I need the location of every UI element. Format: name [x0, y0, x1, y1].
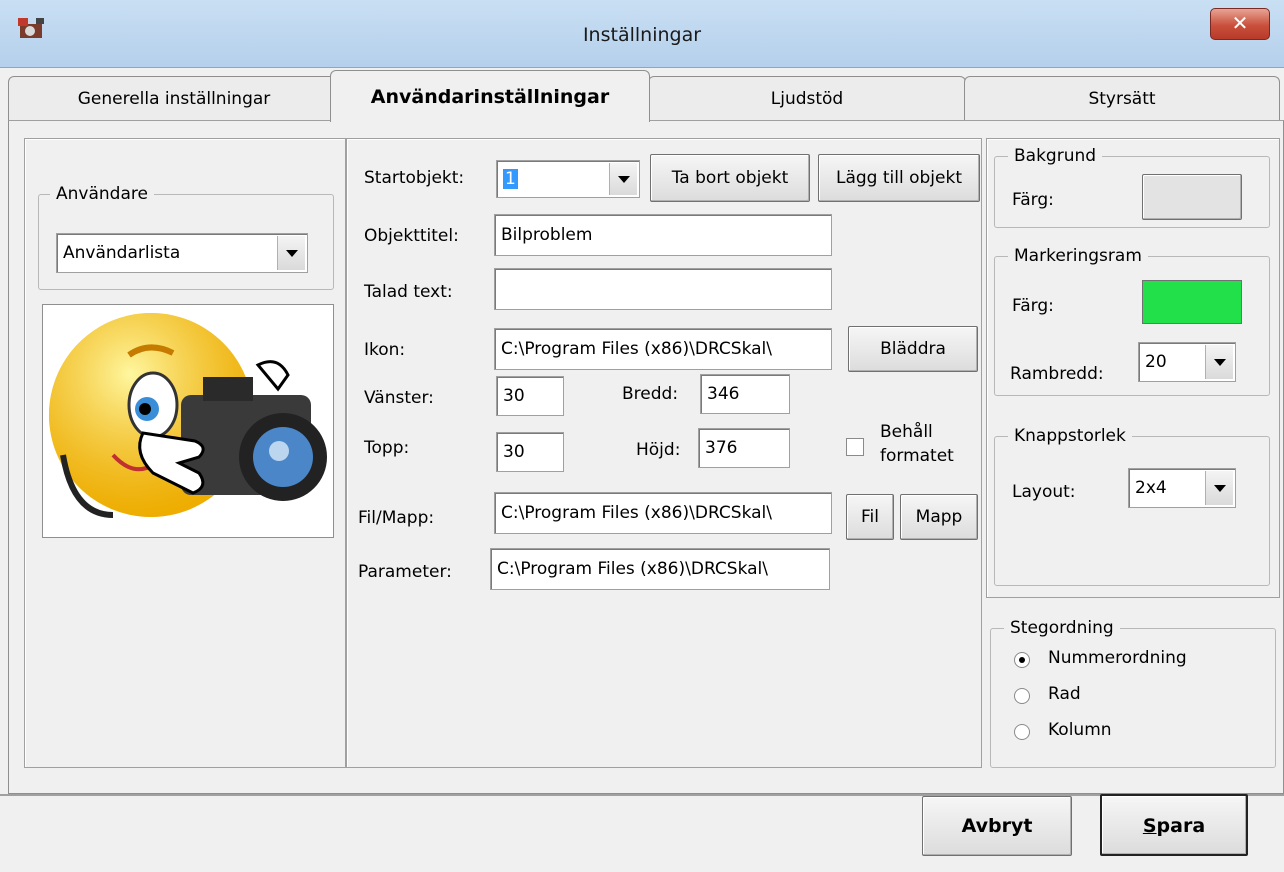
- keep-format-label-1: Behåll: [880, 422, 933, 442]
- close-icon: ✕: [1231, 11, 1249, 35]
- keep-format-label-2: formatet: [880, 446, 954, 466]
- keep-format-checkbox[interactable]: [846, 438, 864, 456]
- radio-nummerordning[interactable]: [1014, 652, 1030, 668]
- filmapp-label: Fil/Mapp:: [358, 508, 435, 528]
- frame-width-label: Rambredd:: [1010, 364, 1104, 384]
- parameter-label: Parameter:: [358, 562, 452, 582]
- user-list-dropdown[interactable]: Användarlista: [56, 233, 308, 273]
- folder-button[interactable]: Mapp: [900, 494, 978, 540]
- layout-value: 2x4: [1135, 478, 1167, 498]
- parameter-input[interactable]: C:\Program Files (x86)\DRCSkal\: [490, 548, 830, 590]
- bredd-label: Bredd:: [622, 384, 679, 404]
- vanster-input[interactable]: 30: [496, 376, 564, 416]
- save-button-mnemonic: S: [1142, 815, 1157, 837]
- frame-width-value: 20: [1145, 352, 1167, 372]
- layout-dropdown[interactable]: 2x4: [1128, 468, 1236, 508]
- hojd-input[interactable]: 376: [698, 428, 790, 468]
- ikon-label: Ikon:: [364, 340, 406, 360]
- option-nummerordning-label: Nummerordning: [1048, 648, 1187, 668]
- tab-ljudstod[interactable]: Ljudstöd: [648, 76, 966, 120]
- user-list-value: Användarlista: [63, 243, 181, 263]
- background-color-button[interactable]: [1142, 174, 1242, 220]
- browse-button[interactable]: Bläddra: [848, 326, 978, 372]
- option-rad-label: Rad: [1048, 684, 1081, 704]
- objekttitel-label: Objekttitel:: [364, 226, 459, 246]
- vanster-label: Vänster:: [364, 388, 434, 408]
- users-group-label: Användare: [50, 184, 154, 204]
- topp-label: Topp:: [364, 438, 410, 458]
- radio-rad[interactable]: [1014, 688, 1030, 704]
- save-button-label: para: [1156, 815, 1206, 837]
- objekttitel-input[interactable]: Bilproblem: [494, 214, 832, 256]
- startobjekt-value: 1: [503, 169, 518, 189]
- icon-preview: [42, 304, 334, 538]
- frame-width-dropdown[interactable]: 20: [1138, 342, 1236, 382]
- step-order-group-label: Stegordning: [1004, 618, 1120, 638]
- tab-generella[interactable]: Generella inställningar: [8, 76, 340, 120]
- window-title: Inställningar: [582, 24, 702, 46]
- footer-bar: [0, 794, 1284, 872]
- chevron-down-icon: [609, 163, 637, 195]
- startobjekt-label: Startobjekt:: [364, 168, 465, 188]
- talad-text-input[interactable]: [494, 268, 832, 310]
- bredd-input[interactable]: 346: [700, 374, 790, 414]
- smiley-camera-icon: [49, 313, 327, 518]
- background-color-label: Färg:: [1012, 190, 1054, 210]
- ikon-input[interactable]: C:\Program Files (x86)\DRCSkal\: [494, 328, 832, 370]
- close-button[interactable]: ✕: [1210, 8, 1270, 40]
- filmapp-input[interactable]: C:\Program Files (x86)\DRCSkal\: [494, 492, 832, 534]
- chevron-down-icon: [1205, 345, 1233, 379]
- radio-kolumn[interactable]: [1014, 724, 1030, 740]
- selection-frame-group-label: Markeringsram: [1008, 246, 1148, 266]
- chevron-down-icon: [1205, 471, 1233, 505]
- tab-anvandarinstallningar[interactable]: Användarinställningar: [330, 70, 650, 122]
- remove-object-button[interactable]: Ta bort objekt: [650, 154, 810, 202]
- selection-frame-color-button[interactable]: [1142, 280, 1242, 324]
- background-group-label: Bakgrund: [1008, 146, 1103, 166]
- tab-styrsatt[interactable]: Styrsätt: [964, 76, 1280, 120]
- button-size-groupbox: [994, 436, 1270, 586]
- chevron-down-icon: [277, 236, 305, 270]
- cancel-button[interactable]: Avbryt: [922, 796, 1072, 856]
- layout-label: Layout:: [1012, 482, 1076, 502]
- option-kolumn-label: Kolumn: [1048, 720, 1112, 740]
- save-button[interactable]: Spara: [1100, 794, 1248, 856]
- button-size-group-label: Knappstorlek: [1008, 426, 1132, 446]
- selection-frame-color-label: Färg:: [1012, 296, 1054, 316]
- talad-text-label: Talad text:: [364, 282, 453, 302]
- topp-input[interactable]: 30: [496, 432, 564, 472]
- hojd-label: Höjd:: [636, 440, 681, 460]
- file-button[interactable]: Fil: [846, 494, 894, 540]
- add-object-button[interactable]: Lägg till objekt: [818, 154, 980, 202]
- startobjekt-dropdown[interactable]: 1: [496, 160, 640, 198]
